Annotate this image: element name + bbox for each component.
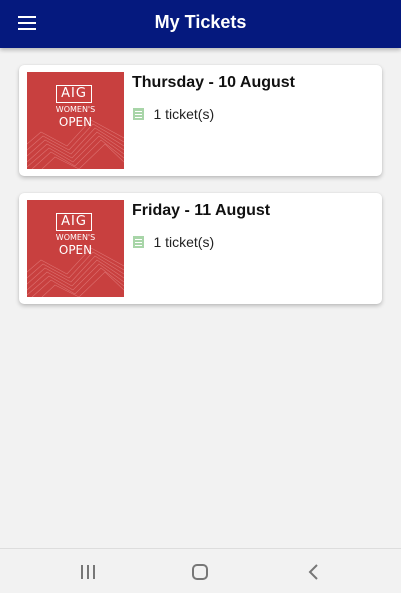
ticket-card-thursday[interactable]: AIG WOMEN'S OPEN Thursday - 10 August 1 … [19, 65, 382, 176]
recent-apps-icon [81, 565, 95, 579]
event-logo-thumbnail: AIG WOMEN'S OPEN [27, 200, 124, 297]
event-date: Thursday - 10 August [132, 74, 295, 91]
ticket-count-row: 1 ticket(s) [133, 105, 215, 122]
home-icon [192, 564, 208, 580]
home-button[interactable] [190, 563, 210, 581]
back-icon [308, 564, 318, 580]
logo-brand-text: AIG [56, 85, 92, 103]
ticket-card-friday[interactable]: AIG WOMEN'S OPEN Friday - 11 August 1 ti… [19, 193, 382, 304]
logo-line-2: OPEN [58, 115, 93, 129]
ticket-count-row: 1 ticket(s) [133, 233, 215, 250]
list-icon [133, 235, 144, 248]
back-button[interactable] [304, 563, 324, 581]
ticket-count: 1 ticket(s) [153, 233, 215, 250]
logo-line-2: OPEN [58, 243, 93, 257]
ticket-count: 1 ticket(s) [153, 105, 215, 122]
ticket-list: AIG WOMEN'S OPEN Thursday - 10 August 1 … [19, 65, 382, 321]
logo-line-1: WOMEN'S [55, 233, 96, 242]
recent-apps-button[interactable] [78, 563, 98, 581]
event-date: Friday - 11 August [132, 202, 271, 219]
logo-line-1: WOMEN'S [55, 105, 96, 114]
logo-brand-text: AIG [56, 213, 92, 231]
page-title: My Tickets [154, 12, 247, 32]
event-logo-thumbnail: AIG WOMEN'S OPEN [27, 72, 124, 169]
list-icon [133, 107, 144, 120]
app-bar: My Tickets [0, 0, 401, 48]
system-navigation-bar [0, 548, 401, 593]
